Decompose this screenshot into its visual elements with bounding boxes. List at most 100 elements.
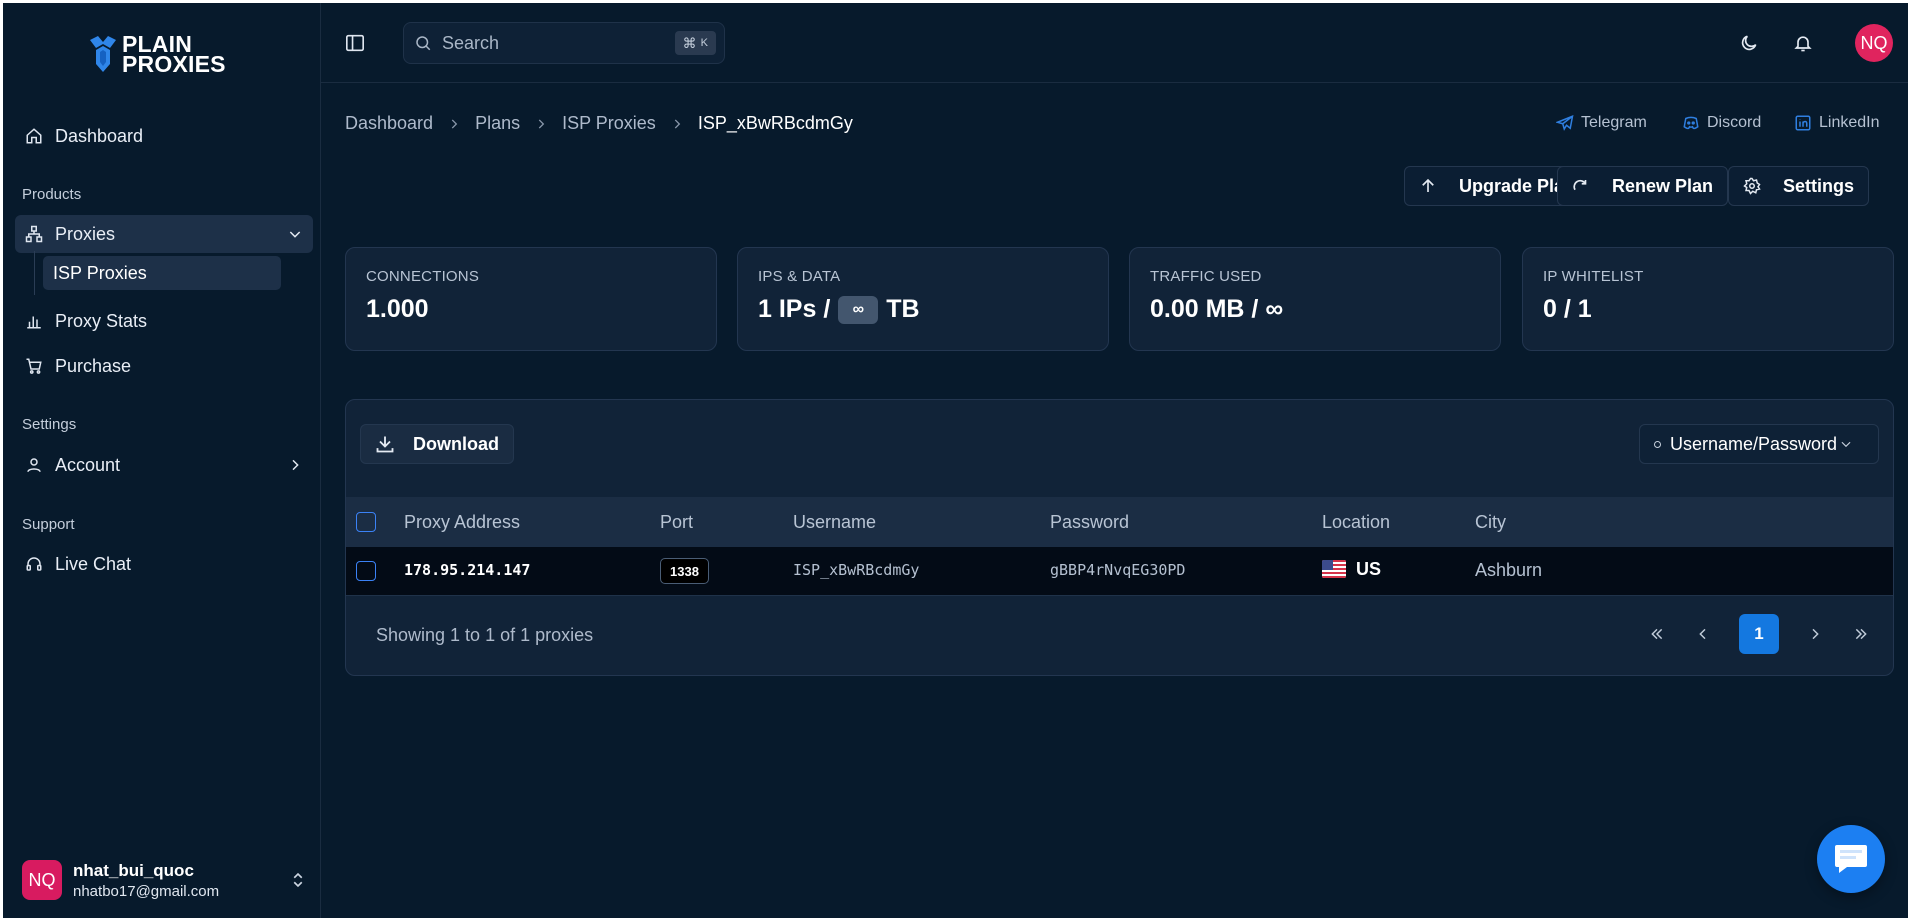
- main-content: Dashboard Plans ISP Proxies ISP_xBwRBcdm…: [321, 84, 1908, 918]
- sidebar-item-proxies[interactable]: Proxies: [15, 215, 313, 253]
- breadcrumb-dashboard[interactable]: Dashboard: [345, 113, 433, 134]
- search-input[interactable]: Search ⌘ K: [403, 22, 725, 64]
- logo-mark-icon: [90, 36, 116, 72]
- last-page-button[interactable]: [1843, 616, 1879, 652]
- chevrons-right-icon: [1855, 628, 1867, 640]
- stat-label: IPS & DATA: [758, 268, 841, 285]
- stat-card-ip-whitelist: IP WHITELIST 0 / 1: [1522, 247, 1894, 351]
- first-page-button[interactable]: [1639, 616, 1675, 652]
- stat-card-ips-data: IPS & DATA 1 IPs / ∞ TB: [737, 247, 1109, 351]
- cell-username[interactable]: ISP_xBwRBcdmGy: [793, 561, 919, 579]
- cell-location-code: US: [1356, 559, 1382, 579]
- bell-icon[interactable]: [1793, 33, 1813, 53]
- prev-page-button[interactable]: [1685, 616, 1721, 652]
- search-placeholder: Search: [442, 32, 500, 53]
- pagination-summary: Showing 1 to 1 of 1 proxies: [376, 625, 594, 645]
- user-name: nhat_bui_quoc: [73, 860, 194, 880]
- bar-chart-icon: [27, 316, 41, 329]
- column-password[interactable]: Password: [1050, 512, 1129, 533]
- column-username[interactable]: Username: [793, 512, 876, 533]
- avatar: NQ: [22, 860, 62, 900]
- cart-icon: [26, 358, 42, 374]
- chevron-down-icon: [1841, 441, 1851, 448]
- telegram-label: Telegram: [1581, 114, 1647, 131]
- download-button[interactable]: Download: [360, 424, 514, 464]
- search-icon: [416, 36, 431, 51]
- sidebar-item-dashboard[interactable]: Dashboard: [15, 117, 313, 155]
- row-checkbox[interactable]: [356, 561, 376, 581]
- network-icon: [25, 225, 43, 243]
- moon-icon[interactable]: [1739, 33, 1759, 53]
- cell-proxy-address[interactable]: 178.95.214.147: [404, 561, 530, 579]
- chevron-right-icon: [538, 118, 545, 129]
- discord-link[interactable]: Discord: [1682, 114, 1761, 132]
- table-header: Proxy Address Port Username Password Loc…: [346, 497, 1893, 547]
- sidebar-item-proxy-stats[interactable]: Proxy Stats: [15, 302, 313, 340]
- stat-value-suffix: TB: [886, 295, 920, 323]
- breadcrumb-isp-proxies[interactable]: ISP Proxies: [562, 113, 656, 134]
- brand-logo[interactable]: PLAIN PROXIES: [88, 33, 226, 77]
- app-window: PLAIN PROXIES Dashboard Products Proxies…: [3, 3, 1908, 918]
- discord-icon: [1683, 116, 1699, 130]
- shortcut-key: K: [700, 37, 708, 49]
- auth-mode-value: Username/Password: [1670, 433, 1838, 454]
- column-city[interactable]: City: [1475, 512, 1506, 533]
- live-chat-button[interactable]: [1817, 825, 1885, 893]
- user-email: nhatbo17@gmail.com: [73, 882, 220, 900]
- section-label-products: Products: [22, 186, 82, 203]
- cell-port-badge[interactable]: 1338: [660, 558, 709, 584]
- settings-label: Settings: [1783, 175, 1855, 196]
- renew-plan-button[interactable]: Renew Plan: [1557, 166, 1729, 206]
- home-icon: [26, 128, 42, 144]
- chevron-left-icon: [1699, 628, 1706, 640]
- gear-icon: [1743, 177, 1761, 195]
- arrow-up-icon: [1422, 178, 1434, 192]
- column-proxy-address[interactable]: Proxy Address: [404, 512, 520, 533]
- stat-value: 1.000: [366, 295, 429, 323]
- renew-plan-label: Renew Plan: [1612, 175, 1714, 196]
- breadcrumb-plans[interactable]: Plans: [475, 113, 520, 134]
- chevron-right-icon: [674, 118, 681, 129]
- stat-label: CONNECTIONS: [366, 268, 480, 285]
- table-row[interactable]: 178.95.214.147 1338 ISP_xBwRBcdmGy gBBP4…: [346, 547, 1893, 596]
- stat-card-traffic: TRAFFIC USED 0.00 MB / ∞: [1129, 247, 1501, 351]
- select-all-checkbox[interactable]: [356, 512, 376, 532]
- linkedin-label: LinkedIn: [1819, 114, 1880, 131]
- column-port[interactable]: Port: [660, 512, 693, 533]
- section-label-support: Support: [22, 516, 75, 533]
- sidebar-item-purchase[interactable]: Purchase: [15, 347, 313, 385]
- cell-location: US: [1322, 559, 1381, 580]
- settings-button[interactable]: Settings: [1728, 166, 1870, 206]
- chevron-down-icon: [289, 231, 301, 238]
- sidebar-toggle-icon[interactable]: [345, 34, 365, 52]
- header-avatar[interactable]: NQ: [1855, 24, 1893, 62]
- infinity-badge: ∞: [838, 295, 879, 324]
- download-label: Download: [413, 433, 499, 454]
- cell-password[interactable]: gBBP4rNvqEG30PD: [1050, 561, 1185, 579]
- headset-icon: [26, 557, 42, 571]
- sidebar-item-label: Dashboard: [55, 125, 144, 146]
- section-label-settings: Settings: [22, 416, 77, 433]
- page-button-current[interactable]: 1: [1739, 614, 1779, 654]
- user-menu[interactable]: NQ nhat_bui_quoc nhatbo17@gmail.com: [22, 858, 307, 902]
- discord-label: Discord: [1707, 114, 1762, 131]
- sidebar-item-label: Account: [55, 454, 121, 475]
- cell-city: Ashburn: [1475, 560, 1543, 580]
- sidebar-item-live-chat[interactable]: Live Chat: [15, 545, 313, 583]
- next-page-button[interactable]: [1797, 616, 1833, 652]
- sidebar-item-label: Proxy Stats: [55, 310, 148, 331]
- auth-mode-select[interactable]: Username/Password: [1639, 424, 1879, 464]
- chat-bubble-icon: [1835, 845, 1867, 873]
- chevron-right-icon: [451, 118, 458, 129]
- user-icon: [27, 458, 41, 473]
- column-location[interactable]: Location: [1322, 512, 1390, 533]
- linkedin-link[interactable]: LinkedIn: [1794, 114, 1880, 132]
- stat-value: 0.00 MB / ∞: [1150, 295, 1284, 323]
- top-bar: Search ⌘ K NQ: [321, 3, 1908, 83]
- sidebar-item-account[interactable]: Account: [15, 446, 313, 484]
- stat-value-prefix: 1 IPs /: [758, 295, 831, 323]
- sidebar-subitem-isp-proxies[interactable]: ISP Proxies: [43, 256, 281, 290]
- logo-line-2: PROXIES: [122, 51, 226, 77]
- telegram-link[interactable]: Telegram: [1556, 114, 1647, 132]
- stat-label: TRAFFIC USED: [1150, 268, 1262, 285]
